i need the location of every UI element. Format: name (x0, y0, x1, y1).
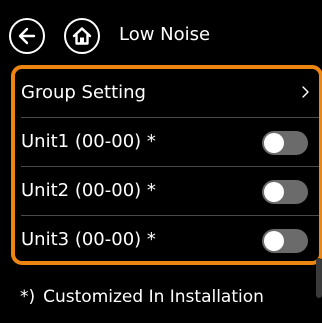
arrow-left-icon (16, 25, 38, 47)
unit-label: Unit3 (00-00) * (21, 229, 156, 250)
unit2-toggle[interactable] (262, 180, 308, 204)
header-bar: Low Noise (0, 0, 322, 62)
unit-row-3: Unit3 (00-00) * (15, 216, 319, 261)
page-title: Low Noise (119, 24, 211, 45)
home-icon (71, 25, 93, 47)
unit3-toggle[interactable] (262, 229, 308, 253)
footnote-text: Customized In Installation (43, 287, 264, 307)
footnote: *) Customized In Installation (20, 285, 264, 309)
chevron-right-icon (301, 82, 311, 106)
unit-row-2: Unit2 (00-00) * (15, 167, 319, 215)
toggle-knob (264, 133, 284, 153)
back-button[interactable] (9, 18, 45, 54)
toggle-knob (264, 182, 284, 202)
group-setting-row[interactable]: Group Setting (15, 69, 319, 117)
unit1-toggle[interactable] (262, 131, 308, 155)
unit-row-1: Unit1 (00-00) * (15, 118, 319, 166)
unit-label: Unit2 (00-00) * (21, 180, 156, 201)
toggle-knob (264, 231, 284, 251)
group-setting-label: Group Setting (21, 82, 146, 103)
home-button[interactable] (64, 18, 100, 54)
settings-list: Group Setting Unit1 (00-00) * Unit2 (00-… (11, 65, 322, 265)
footnote-mark: *) (20, 287, 36, 307)
unit-label: Unit1 (00-00) * (21, 131, 156, 152)
scrollbar[interactable] (316, 258, 322, 298)
